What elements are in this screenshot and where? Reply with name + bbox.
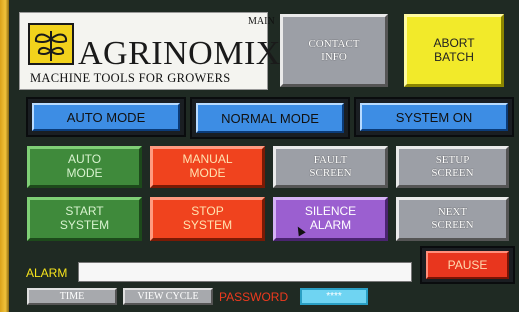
alarm-label: ALARM (26, 266, 68, 280)
abort-batch-button[interactable]: ABORT BATCH (404, 14, 504, 87)
brand-name: AGRINOMIX™ (78, 35, 291, 72)
next-screen-button[interactable]: NEXT SCREEN (396, 197, 509, 241)
pause-button[interactable]: PAUSE (426, 251, 509, 279)
panel-bezel (0, 0, 9, 312)
auto-mode-label: AUTO MODE (32, 103, 180, 131)
alarm-message-field (78, 262, 412, 282)
start-system-button[interactable]: START SYSTEM (27, 197, 142, 241)
fault-screen-button[interactable]: FAULT SCREEN (273, 146, 388, 188)
normal-mode-label: NORMAL MODE (196, 103, 344, 133)
manual-mode-button[interactable]: MANUAL MODE (150, 146, 265, 188)
screen-title: MAIN (248, 16, 275, 27)
auto-mode-button[interactable]: AUTO MODE (27, 146, 142, 188)
password-input[interactable]: **** (300, 288, 368, 305)
contact-info-button[interactable]: CONTACT INFO (280, 14, 388, 87)
sprout-icon (28, 23, 74, 65)
auto-mode-indicator[interactable]: AUTO MODE (26, 97, 186, 137)
setup-screen-button[interactable]: SETUP SCREEN (396, 146, 509, 188)
system-on-indicator[interactable]: SYSTEM ON (354, 97, 514, 137)
time-button[interactable]: TIME (27, 288, 117, 305)
brand-tagline: MACHINE TOOLS FOR GROWERS (30, 71, 231, 85)
silence-alarm-button[interactable]: SILENCE ALARM (273, 197, 388, 241)
brand-logo: AGRINOMIX™ MACHINE TOOLS FOR GROWERS MAI… (19, 12, 291, 90)
view-cycle-button[interactable]: VIEW CYCLE (123, 288, 213, 305)
pause-control[interactable]: PAUSE (420, 246, 515, 284)
password-label: PASSWORD (219, 290, 289, 304)
stop-system-button[interactable]: STOP SYSTEM (150, 197, 265, 241)
normal-mode-indicator[interactable]: NORMAL MODE (190, 97, 350, 139)
system-on-label: SYSTEM ON (360, 103, 508, 131)
